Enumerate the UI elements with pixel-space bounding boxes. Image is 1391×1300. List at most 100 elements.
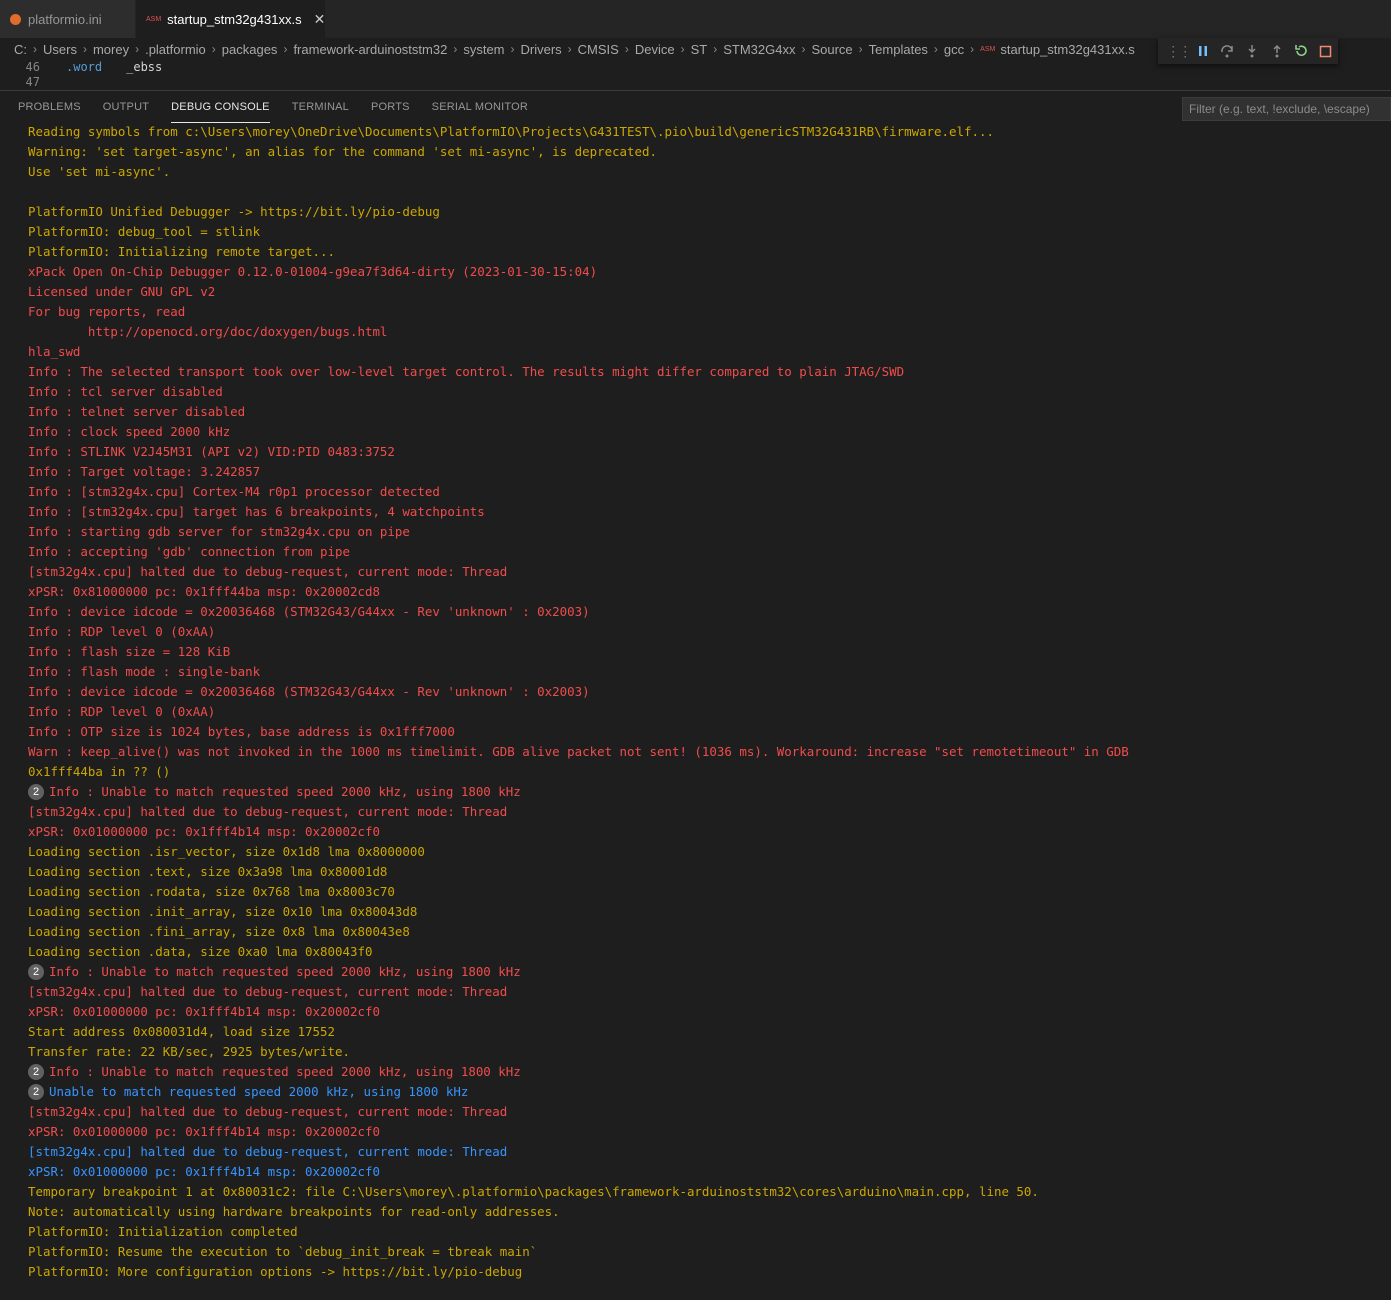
breadcrumb-item[interactable]: system bbox=[463, 42, 504, 57]
tab-debug-console[interactable]: DEBUG CONSOLE bbox=[171, 91, 270, 123]
platformio-icon bbox=[10, 13, 21, 25]
close-icon[interactable]: ✕ bbox=[314, 11, 326, 28]
breadcrumb-item[interactable]: ST bbox=[691, 42, 708, 57]
breadcrumb-item[interactable]: Templates bbox=[869, 42, 928, 57]
console-line: PlatformIO: Resume the execution to `deb… bbox=[28, 1242, 1129, 1262]
breadcrumb-item[interactable]: Users bbox=[43, 42, 77, 57]
console-line: 2 Info : Unable to match requested speed … bbox=[28, 962, 1129, 982]
console-text: PlatformIO: Initialization completed bbox=[28, 1224, 298, 1239]
chevron-right-icon: › bbox=[858, 42, 863, 56]
console-text: Info : device idcode = 0x20036468 (STM32… bbox=[28, 684, 590, 699]
chevron-right-icon: › bbox=[453, 42, 458, 56]
console-line: Info : flash mode : single-bank bbox=[28, 662, 1129, 682]
console-text: Info : Unable to match requested speed 2… bbox=[49, 964, 521, 979]
console-text: Info : device idcode = 0x20036468 (STM32… bbox=[28, 604, 590, 619]
console-line: Info : OTP size is 1024 bytes, base addr… bbox=[28, 722, 1129, 742]
tab-platformio-ini[interactable]: platformio.ini bbox=[0, 0, 136, 38]
breadcrumb-item[interactable]: startup_stm32g431xx.s bbox=[1000, 42, 1134, 57]
console-line: [stm32g4x.cpu] halted due to debug-reque… bbox=[28, 1102, 1129, 1122]
breadcrumb-item[interactable]: framework-arduinoststm32 bbox=[293, 42, 447, 57]
tab-terminal[interactable]: TERMINAL bbox=[292, 91, 349, 123]
console-text: Info : RDP level 0 (0xAA) bbox=[28, 624, 216, 639]
console-text: Info : starting gdb server for stm32g4x.… bbox=[28, 524, 410, 539]
asm-file-icon: ASM bbox=[146, 16, 162, 23]
console-line: xPSR: 0x01000000 pc: 0x1fff4b14 msp: 0x2… bbox=[28, 1162, 1129, 1182]
console-text: Info : Target voltage: 3.242857 bbox=[28, 464, 261, 479]
console-line: 2 Info : Unable to match requested speed … bbox=[28, 1062, 1129, 1082]
console-text: [stm32g4x.cpu] halted due to debug-reque… bbox=[28, 564, 508, 579]
console-line: Loading section .isr_vector, size 0x1d8 … bbox=[28, 842, 1129, 862]
tab-output[interactable]: OUTPUT bbox=[103, 91, 149, 123]
console-text: Info : clock speed 2000 kHz bbox=[28, 424, 231, 439]
filter-input[interactable]: Filter (e.g. text, !exclude, \escape) bbox=[1182, 97, 1391, 121]
breadcrumb-item[interactable]: CMSIS bbox=[578, 42, 619, 57]
console-line: xPSR: 0x01000000 pc: 0x1fff4b14 msp: 0x2… bbox=[28, 1122, 1129, 1142]
chevron-right-icon: › bbox=[510, 42, 515, 56]
breadcrumb-item[interactable]: gcc bbox=[944, 42, 964, 57]
console-text: [stm32g4x.cpu] halted due to debug-reque… bbox=[28, 984, 508, 999]
tab-label: platformio.ini bbox=[28, 11, 102, 27]
console-text: xPSR: 0x81000000 pc: 0x1fff44ba msp: 0x2… bbox=[28, 584, 380, 599]
console-text: xPSR: 0x01000000 pc: 0x1fff4b14 msp: 0x2… bbox=[28, 1124, 380, 1139]
chevron-right-icon: › bbox=[283, 42, 288, 56]
console-text: Temporary breakpoint 1 at 0x80031c2: fil… bbox=[28, 1184, 1039, 1199]
tab-problems[interactable]: PROBLEMS bbox=[18, 91, 81, 123]
console-text: PlatformIO: More configuration options -… bbox=[28, 1264, 523, 1279]
console-line: Info : tcl server disabled bbox=[28, 382, 1129, 402]
breadcrumb-item[interactable]: Source bbox=[811, 42, 852, 57]
breadcrumb-item[interactable]: STM32G4xx bbox=[723, 42, 795, 57]
console-text: Info : flash size = 128 KiB bbox=[28, 644, 231, 659]
console-text: Unable to match requested speed 2000 kHz… bbox=[49, 1084, 469, 1099]
console-text: Warning: 'set target-async', an alias fo… bbox=[28, 144, 657, 159]
console-text: Loading section .data, size 0xa0 lma 0x8… bbox=[28, 944, 373, 959]
console-line: PlatformIO: Initializing remote target..… bbox=[28, 242, 1129, 262]
console-line: xPSR: 0x01000000 pc: 0x1fff4b14 msp: 0x2… bbox=[28, 822, 1129, 842]
console-line: [stm32g4x.cpu] halted due to debug-reque… bbox=[28, 562, 1129, 582]
console-line: Info : RDP level 0 (0xAA) bbox=[28, 622, 1129, 642]
console-line: PlatformIO: More configuration options -… bbox=[28, 1262, 1129, 1282]
console-text: Info : accepting 'gdb' connection from p… bbox=[28, 544, 350, 559]
console-line: [stm32g4x.cpu] halted due to debug-reque… bbox=[28, 802, 1129, 822]
console-line: Info : [stm32g4x.cpu] Cortex-M4 r0p1 pro… bbox=[28, 482, 1129, 502]
console-line: Info : clock speed 2000 kHz bbox=[28, 422, 1129, 442]
repeat-count-badge: 2 bbox=[28, 783, 44, 800]
breadcrumb-item[interactable]: .platformio bbox=[145, 42, 206, 57]
breadcrumb-item[interactable]: morey bbox=[93, 42, 129, 57]
tab-serial-monitor[interactable]: SERIAL MONITOR bbox=[432, 91, 528, 123]
chevron-right-icon: › bbox=[211, 42, 216, 56]
console-text: Info : Unable to match requested speed 2… bbox=[49, 784, 521, 799]
console-text: http://openocd.org/doc/doxygen/bugs.html bbox=[28, 324, 388, 339]
console-line: Info : device idcode = 0x20036468 (STM32… bbox=[28, 602, 1129, 622]
console-text: Info : STLINK V2J45M31 (API v2) VID:PID … bbox=[28, 444, 395, 459]
breadcrumb-item[interactable]: Device bbox=[635, 42, 675, 57]
console-text: Loading section .text, size 0x3a98 lma 0… bbox=[28, 864, 388, 879]
tab-startup-file[interactable]: ASM startup_stm32g431xx.s ✕ bbox=[136, 0, 326, 38]
console-text: [stm32g4x.cpu] halted due to debug-reque… bbox=[28, 1104, 508, 1119]
console-line: Note: automatically using hardware break… bbox=[28, 1202, 1129, 1222]
breadcrumb-item[interactable]: packages bbox=[222, 42, 278, 57]
debug-console-output: Reading symbols from c:\Users\morey\OneD… bbox=[28, 122, 1129, 1282]
console-text: Start address 0x080031d4, load size 1755… bbox=[28, 1024, 336, 1039]
tab-ports[interactable]: PORTS bbox=[371, 91, 410, 123]
console-line: Info : accepting 'gdb' connection from p… bbox=[28, 542, 1129, 562]
breadcrumb-item[interactable]: C: bbox=[14, 42, 27, 57]
console-line: Use 'set mi-async'. bbox=[28, 162, 1129, 182]
console-line: 2 Info : Unable to match requested speed … bbox=[28, 782, 1129, 802]
console-line: 0x1fff44ba in ?? () bbox=[28, 762, 1129, 782]
chevron-right-icon: › bbox=[713, 42, 718, 56]
console-text: Info : [stm32g4x.cpu] Cortex-M4 r0p1 pro… bbox=[28, 484, 440, 499]
console-line: Info : RDP level 0 (0xAA) bbox=[28, 702, 1129, 722]
console-line: xPack Open On-Chip Debugger 0.12.0-01004… bbox=[28, 262, 1129, 282]
console-text: Use 'set mi-async'. bbox=[28, 164, 171, 179]
console-line: Loading section .init_array, size 0x10 l… bbox=[28, 902, 1129, 922]
console-line: Info : STLINK V2J45M31 (API v2) VID:PID … bbox=[28, 442, 1129, 462]
console-text: Info : OTP size is 1024 bytes, base addr… bbox=[28, 724, 455, 739]
tab-label: startup_stm32g431xx.s bbox=[167, 12, 302, 27]
console-line: xPSR: 0x01000000 pc: 0x1fff4b14 msp: 0x2… bbox=[28, 1002, 1129, 1022]
console-text: Info : The selected transport took over … bbox=[28, 364, 905, 379]
console-line: Info : device idcode = 0x20036468 (STM32… bbox=[28, 682, 1129, 702]
console-text: 0x1fff44ba in ?? () bbox=[28, 764, 171, 779]
code-argument: _ebss bbox=[126, 60, 163, 74]
line-number: 47 bbox=[25, 75, 40, 89]
breadcrumb-item[interactable]: Drivers bbox=[521, 42, 562, 57]
